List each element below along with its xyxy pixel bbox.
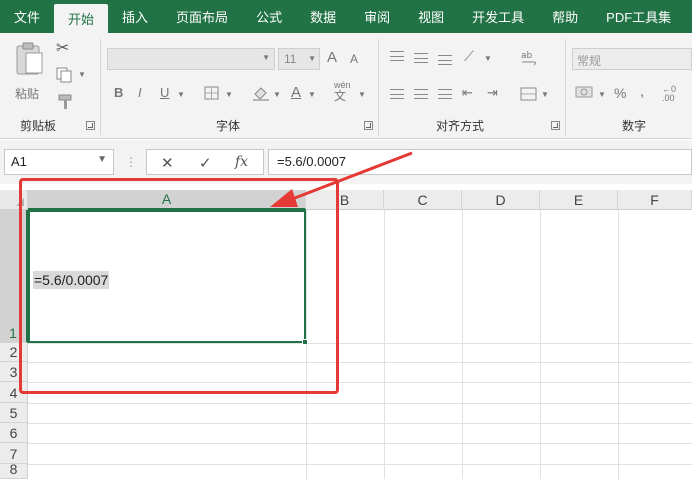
annotation-arrow bbox=[270, 151, 413, 207]
